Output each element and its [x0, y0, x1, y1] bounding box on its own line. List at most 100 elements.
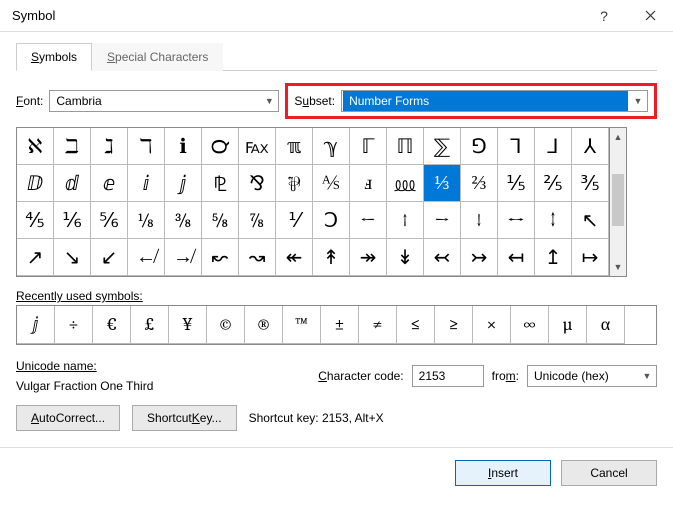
help-button[interactable]: ?: [581, 0, 627, 32]
symbol-cell[interactable]: ⅓: [424, 165, 461, 202]
recent-cell[interactable]: ≤: [397, 306, 435, 344]
recent-cell[interactable]: ©: [207, 306, 245, 344]
symbol-cell[interactable]: ⅃: [535, 128, 572, 165]
symbol-cell[interactable]: ⅙: [54, 202, 91, 239]
symbol-cell[interactable]: ℽ: [313, 128, 350, 165]
symbol-cell[interactable]: ℿ: [387, 128, 424, 165]
recent-cell[interactable]: ≥: [435, 306, 473, 344]
symbol-cell[interactable]: ⅜: [165, 202, 202, 239]
symbol-cell[interactable]: ↘: [54, 239, 91, 276]
symbol-cell[interactable]: ℻: [239, 128, 276, 165]
symbol-cell[interactable]: ⅏: [387, 165, 424, 202]
symbol-cell[interactable]: ℼ: [276, 128, 313, 165]
recent-cell[interactable]: ×: [473, 306, 511, 344]
recent-cell[interactable]: ®: [245, 306, 283, 344]
symbol-cell[interactable]: ↙: [91, 239, 128, 276]
symbol-cell[interactable]: ⅎ: [350, 165, 387, 202]
symbol-cell[interactable]: ⅌: [276, 165, 313, 202]
subset-label: Subset:: [294, 94, 335, 108]
symbol-cell[interactable]: ℸ: [128, 128, 165, 165]
symbol-cell[interactable]: ↞: [276, 239, 313, 276]
symbol-cell[interactable]: ⅊: [202, 165, 239, 202]
symbol-cell[interactable]: ⅁: [461, 128, 498, 165]
symbol-cell[interactable]: ⅆ: [54, 165, 91, 202]
symbol-cell[interactable]: ↜: [202, 239, 239, 276]
tab-special-characters[interactable]: Special Characters: [92, 43, 223, 71]
symbol-cell[interactable]: ⅄: [572, 128, 609, 165]
symbol-cell[interactable]: ↦: [572, 239, 609, 276]
symbol-cell[interactable]: ⅇ: [91, 165, 128, 202]
from-combo[interactable]: Unicode (hex) ▼: [527, 365, 657, 387]
symbol-cell[interactable]: ⅖: [535, 165, 572, 202]
symbol-cell[interactable]: ⅞: [239, 202, 276, 239]
autocorrect-button[interactable]: AutoCorrect...: [16, 405, 120, 431]
recent-cell[interactable]: µ: [549, 306, 587, 344]
symbol-cell[interactable]: ⅘: [17, 202, 54, 239]
symbol-cell[interactable]: ↡: [387, 239, 424, 276]
symbol-cell[interactable]: ↢: [424, 239, 461, 276]
symbol-cell[interactable]: ⅚: [91, 202, 128, 239]
symbol-cell[interactable]: ℶ: [54, 128, 91, 165]
recent-cell[interactable]: ⅉ: [17, 306, 55, 344]
scroll-track[interactable]: [610, 146, 626, 258]
symbol-cell[interactable]: ⅅ: [17, 165, 54, 202]
symbol-cell[interactable]: ↠: [350, 239, 387, 276]
symbol-cell[interactable]: ↑: [387, 202, 424, 239]
symbol-cell[interactable]: ↥: [535, 239, 572, 276]
symbol-cell[interactable]: ⅀: [424, 128, 461, 165]
symbol-cell[interactable]: Ↄ: [313, 202, 350, 239]
symbol-cell[interactable]: ↛: [165, 239, 202, 276]
symbol-cell[interactable]: ↤: [498, 239, 535, 276]
recent-cell[interactable]: ¥: [169, 306, 207, 344]
symbol-cell[interactable]: ↣: [461, 239, 498, 276]
scrollbar[interactable]: ▲ ▼: [609, 127, 627, 277]
symbol-cell[interactable]: ⅋: [239, 165, 276, 202]
symbol-cell[interactable]: ↗: [17, 239, 54, 276]
charcode-input[interactable]: 2153: [412, 365, 484, 387]
symbol-cell[interactable]: ⅕: [498, 165, 535, 202]
symbol-cell[interactable]: ↝: [239, 239, 276, 276]
symbol-cell[interactable]: ⅔: [461, 165, 498, 202]
scroll-down-icon[interactable]: ▼: [610, 258, 626, 276]
scroll-thumb[interactable]: [612, 174, 624, 226]
recent-cell[interactable]: ±: [321, 306, 359, 344]
symbol-cell[interactable]: ↓: [461, 202, 498, 239]
symbol-cell[interactable]: ℾ: [350, 128, 387, 165]
cancel-button[interactable]: Cancel: [561, 460, 657, 486]
symbol-cell[interactable]: ↚: [128, 239, 165, 276]
symbol-cell[interactable]: ℵ: [17, 128, 54, 165]
insert-button[interactable]: Insert: [455, 460, 551, 486]
recent-cell[interactable]: ∞: [511, 306, 549, 344]
symbol-cell[interactable]: ℹ: [165, 128, 202, 165]
symbol-cell[interactable]: ⅍: [313, 165, 350, 202]
symbol-cell[interactable]: ⅛: [128, 202, 165, 239]
symbol-cell[interactable]: ℷ: [91, 128, 128, 165]
symbol-cell[interactable]: ↔: [498, 202, 535, 239]
symbol-cell[interactable]: ⅟: [276, 202, 313, 239]
recent-cell[interactable]: ≠: [359, 306, 397, 344]
font-combo[interactable]: Cambria ▼: [49, 90, 279, 112]
font-label: Font:: [16, 94, 43, 108]
subset-combo[interactable]: Number Forms ▼: [341, 90, 648, 112]
symbol-cell[interactable]: ⅈ: [128, 165, 165, 202]
shortcut-key-button[interactable]: Shortcut Key...: [132, 405, 237, 431]
recent-cell[interactable]: α: [587, 306, 625, 344]
symbol-cell[interactable]: ⅂: [498, 128, 535, 165]
symbol-cell[interactable]: ←: [350, 202, 387, 239]
recent-cell[interactable]: ™: [283, 306, 321, 344]
recent-cell[interactable]: €: [93, 306, 131, 344]
recent-cell[interactable]: ÷: [55, 306, 93, 344]
tab-symbols[interactable]: Symbols: [16, 43, 92, 71]
symbol-cell[interactable]: ⅉ: [165, 165, 202, 202]
symbol-cell[interactable]: →: [424, 202, 461, 239]
scroll-up-icon[interactable]: ▲: [610, 128, 626, 146]
symbol-cell[interactable]: ℺: [202, 128, 239, 165]
symbol-cell[interactable]: ⅗: [572, 165, 609, 202]
symbol-cell[interactable]: ↟: [313, 239, 350, 276]
symbol-cell[interactable]: ↕: [535, 202, 572, 239]
close-button[interactable]: [627, 0, 673, 32]
unicode-name-value: Vulgar Fraction One Third: [16, 379, 246, 393]
symbol-cell[interactable]: ↖: [572, 202, 609, 239]
recent-cell[interactable]: £: [131, 306, 169, 344]
symbol-cell[interactable]: ⅝: [202, 202, 239, 239]
